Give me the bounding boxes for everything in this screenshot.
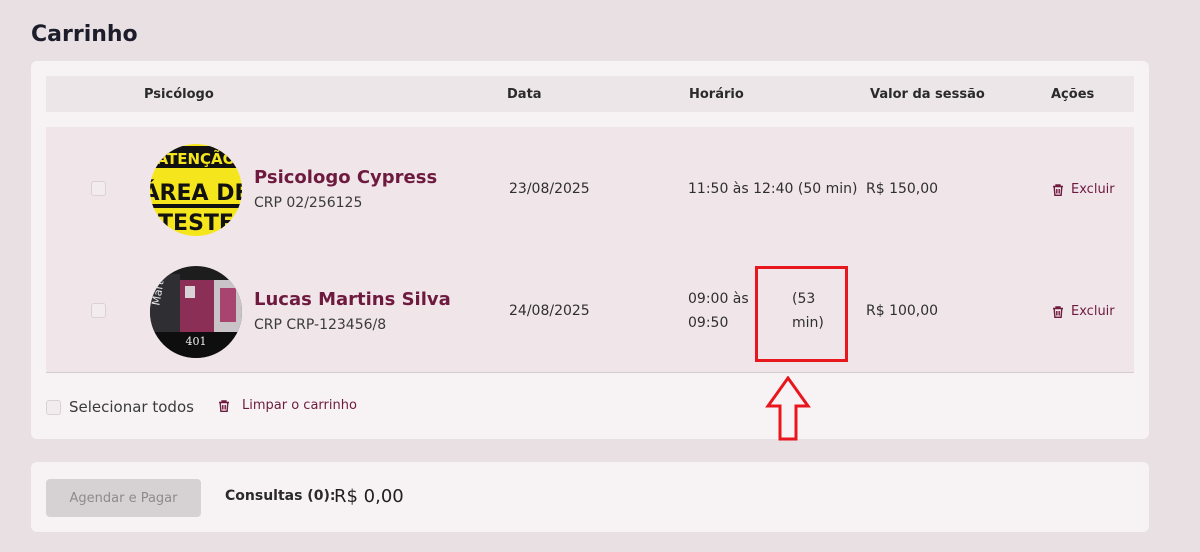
page-title: Carrinho [31,22,138,47]
clear-cart-label: Limpar o carrinho [242,398,357,413]
delete-button[interactable]: Excluir [1051,304,1115,319]
checkout-bar: Agendar e Pagar Consultas (0): R$ 0,00 [31,462,1149,532]
svg-text:ATENÇÃO: ATENÇÃO [157,149,236,168]
table-row: Mart 401 Lucas Martins Silva CRP CRP-123… [46,249,1134,371]
svg-text:401: 401 [186,335,207,348]
delete-label: Excluir [1071,182,1115,197]
clear-cart-button[interactable]: Limpar o carrinho [217,398,357,413]
column-header-psicologo: Psicólogo [144,87,214,102]
delete-button[interactable]: Excluir [1051,182,1115,197]
schedule-and-pay-button[interactable]: Agendar e Pagar [46,479,201,517]
cart-rows: ATENÇÃO ÁREA DE TESTE Psicologo Cypress … [46,127,1134,373]
session-time-start: 09:00 às [688,291,749,307]
column-header-horario: Horário [689,87,744,102]
select-all[interactable]: Selecionar todos [46,398,194,416]
column-header-acoes: Ações [1051,87,1095,102]
column-header-valor: Valor da sessão [870,87,985,102]
table-row: ATENÇÃO ÁREA DE TESTE Psicologo Cypress … [46,127,1134,249]
select-all-label: Selecionar todos [69,398,194,416]
annotation-arrow-icon [765,376,811,441]
psychologist-name[interactable]: Lucas Martins Silva [254,289,451,310]
svg-text:TESTE: TESTE [158,211,234,236]
psychologist-name[interactable]: Psicologo Cypress [254,167,437,188]
consultas-label: Consultas (0): [225,488,336,504]
select-all-checkbox[interactable] [46,399,61,415]
total-value: R$ 0,00 [334,486,404,507]
row-checkbox[interactable] [91,181,106,196]
annotation-highlight-box [755,266,848,362]
psychologist-crp: CRP 02/256125 [254,195,363,211]
session-time-end: 09:50 [688,315,729,331]
avatar: Mart 401 [150,266,242,358]
avatar: ATENÇÃO ÁREA DE TESTE [150,144,242,236]
session-time: 11:50 às 12:40 (50 min) [688,181,858,197]
session-date: 23/08/2025 [509,181,590,197]
cart-card: Psicólogo Data Horário Valor da sessão A… [31,61,1149,439]
trash-icon [1053,305,1063,318]
session-price: R$ 150,00 [866,181,939,197]
psychologist-crp: CRP CRP-123456/8 [254,317,387,333]
trash-icon [1053,183,1063,196]
column-header-data: Data [507,87,542,102]
row-checkbox[interactable] [91,303,106,318]
svg-text:ÁREA DE: ÁREA DE [150,180,242,206]
session-price: R$ 100,00 [866,303,939,319]
trash-icon [219,399,229,412]
session-date: 24/08/2025 [509,303,590,319]
delete-label: Excluir [1071,304,1115,319]
table-header: Psicólogo Data Horário Valor da sessão A… [46,76,1134,112]
